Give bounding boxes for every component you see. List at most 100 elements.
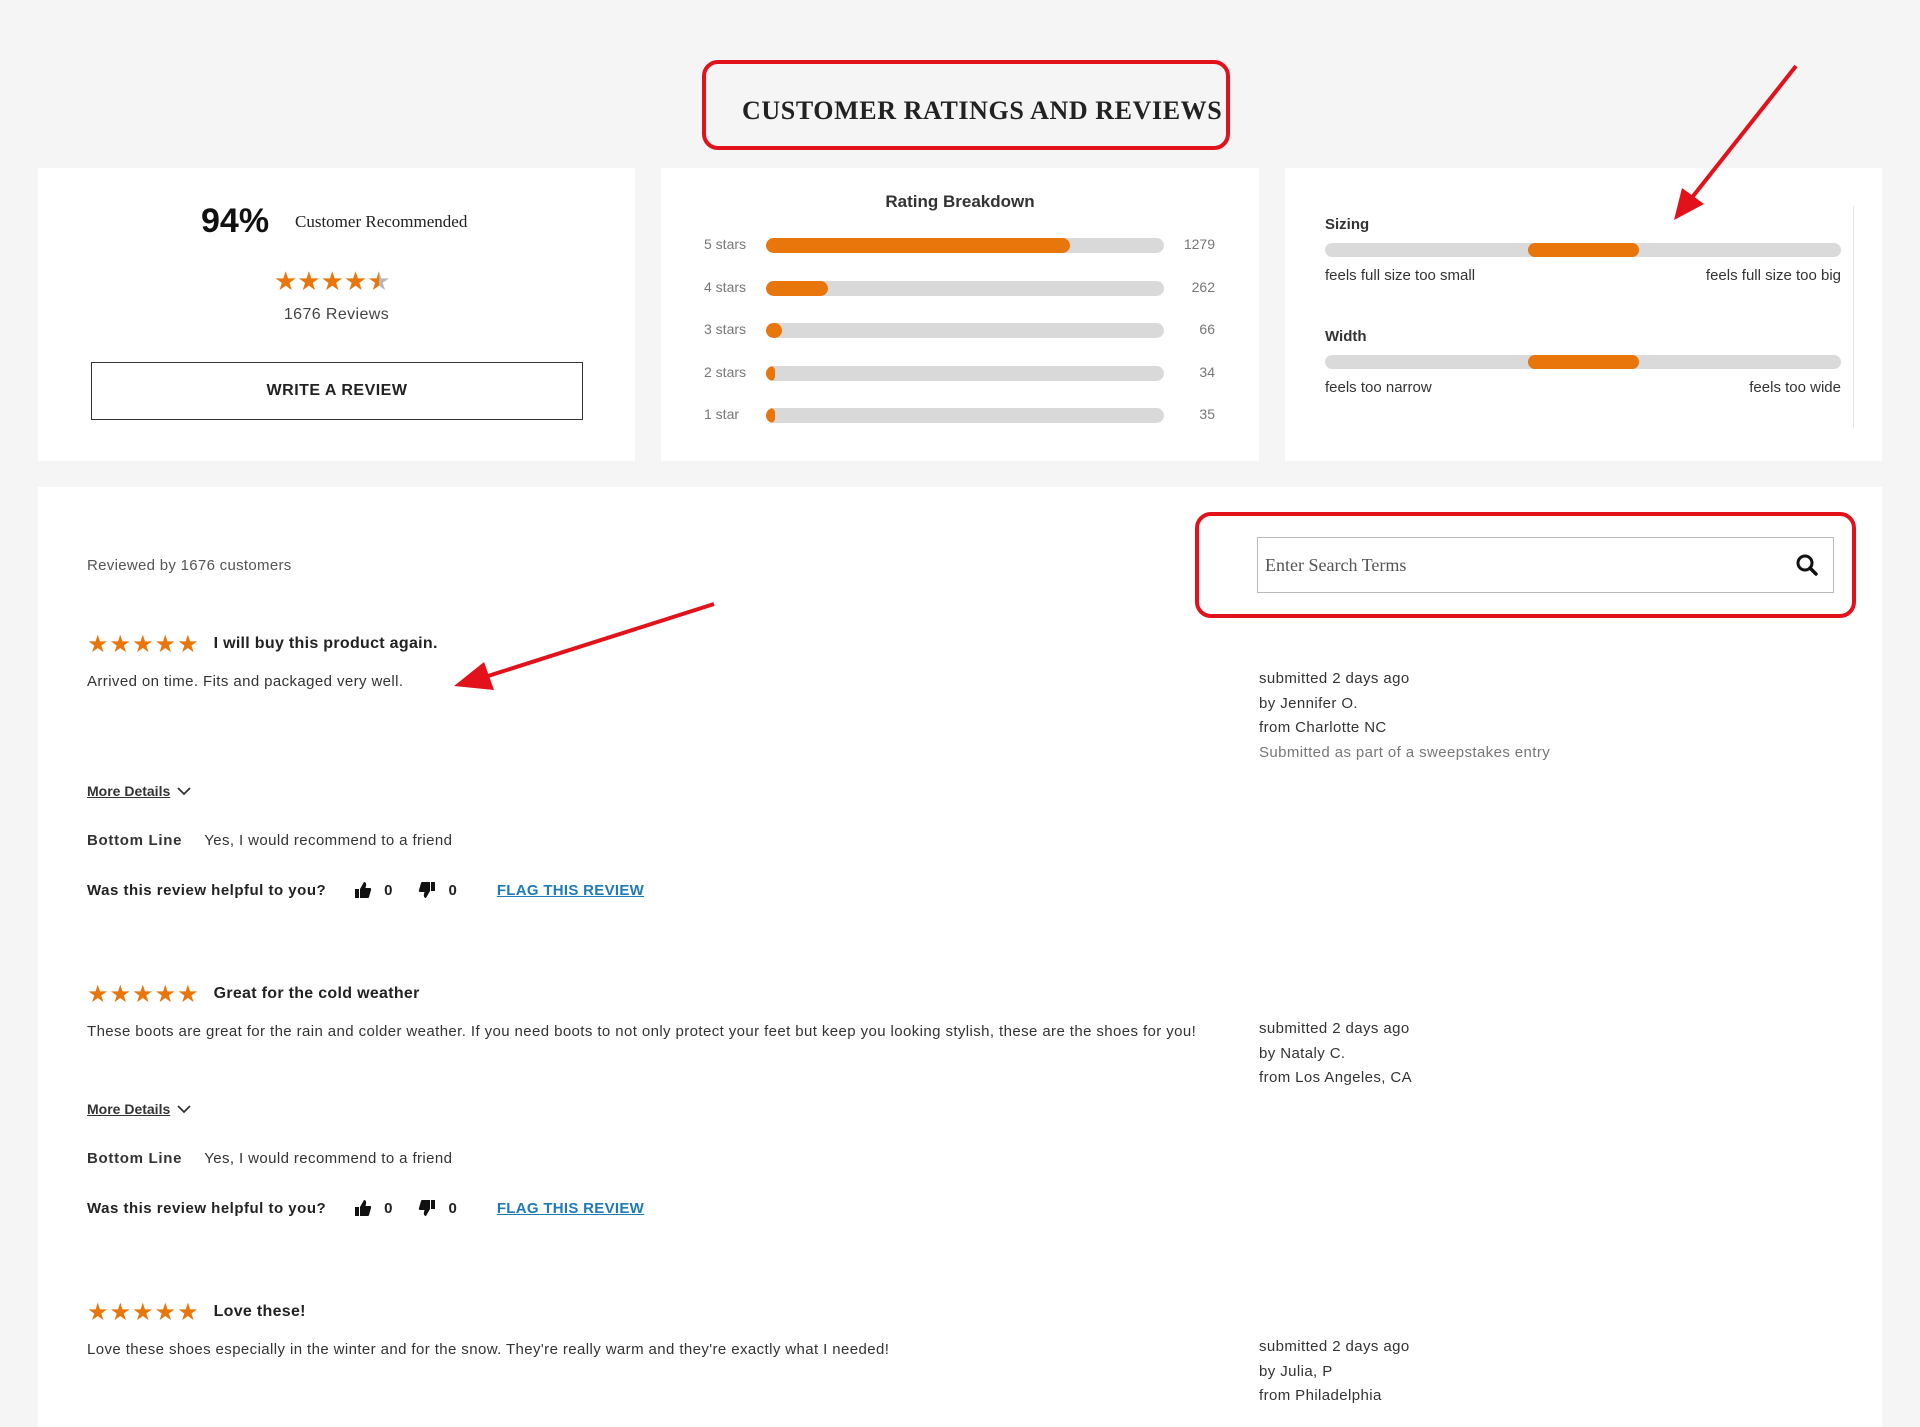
review-title: I will buy this product again. <box>213 635 438 652</box>
full-stars-icon: ★★★★ <box>274 266 368 296</box>
page-title: CUSTOMER RATINGS AND REVIEWS <box>742 96 1223 125</box>
sizing-track <box>1325 243 1841 257</box>
width-block: Width feels too narrow feels too wide <box>1325 328 1841 396</box>
review-submitted: submitted 2 days ago <box>1259 1020 1410 1037</box>
review-author: by Jennifer O. <box>1259 694 1358 712</box>
rating-row-fill <box>766 238 1070 253</box>
rating-row[interactable]: 3 stars 66 <box>661 320 1259 340</box>
rating-row-label: 3 stars <box>704 321 747 338</box>
half-star-icon: ★ <box>367 266 391 296</box>
more-details-link[interactable]: More Details <box>87 1101 192 1117</box>
rating-row-track <box>766 280 1164 296</box>
review-stars-icon: ★★★★★ <box>87 1298 200 1326</box>
rating-row-label: 2 stars <box>704 363 747 380</box>
rating-row-label: 5 stars <box>704 236 747 252</box>
sizing-title: Sizing <box>1325 216 1370 233</box>
helpful-row: Was this review helpful to you? 0 0 FLAG… <box>87 881 644 899</box>
width-track <box>1325 355 1841 369</box>
width-high-label: feels too wide <box>1749 379 1841 396</box>
width-low-label: feels too narrow <box>1325 379 1432 396</box>
review-author: by Julia, P <box>1259 1362 1333 1380</box>
helpful-yes-button[interactable]: 0 <box>354 1199 392 1217</box>
flag-review-link[interactable]: FLAG THIS REVIEW <box>497 1200 644 1217</box>
helpful-no-count: 0 <box>448 1199 457 1217</box>
bottom-line-value: Yes, I would recommend to a friend <box>204 1150 453 1167</box>
rating-row[interactable]: 2 stars 34 <box>661 363 1259 383</box>
chevron-down-icon <box>177 1105 191 1114</box>
bottom-line: Bottom Line Yes, I would recommend to a f… <box>87 1150 452 1167</box>
rating-row-label: 1 star <box>704 406 740 423</box>
bottom-line-label: Bottom Line <box>87 832 183 849</box>
review-body: Love these shoes especially in the winte… <box>87 1341 890 1358</box>
fit-divider <box>1853 206 1854 428</box>
rating-row-track <box>766 238 1164 253</box>
bottom-line: Bottom Line Yes, I would recommend to a f… <box>87 832 452 849</box>
rating-row[interactable]: 5 stars 1279 <box>661 235 1259 255</box>
review-author: by Nataly C. <box>1259 1044 1346 1062</box>
review-submitted: submitted 2 days ago <box>1259 1338 1410 1355</box>
search-box <box>1257 537 1834 593</box>
more-details-label: More Details <box>87 1101 171 1117</box>
recommend-label: Customer Recommended <box>295 212 468 231</box>
thumbs-up-icon <box>355 1200 372 1216</box>
summary-card: 94% Customer Recommended ★★★★★ 1676 Revi… <box>38 168 635 461</box>
review-item: ★★★★★ Great for the cold weather These b… <box>87 979 1847 1217</box>
review-stars-icon: ★★★★★ <box>87 980 200 1008</box>
rating-row-track <box>766 365 1164 381</box>
review-item: ★★★★★ Love these! Love these shoes espec… <box>87 1297 1847 1405</box>
sizing-low-label: feels full size too small <box>1325 267 1476 284</box>
width-title: Width <box>1325 328 1367 345</box>
more-details-link[interactable]: More Details <box>87 783 192 799</box>
rating-row[interactable]: 1 star 35 <box>661 405 1259 425</box>
helpful-no-button[interactable]: 0 <box>418 1199 457 1217</box>
rating-breakdown-card: Rating Breakdown 5 stars 1279 4 stars 262 3 … <box>661 168 1259 461</box>
fit-card: Sizing feels full size too small feels f… <box>1285 168 1882 461</box>
review-title: Great for the cold weather <box>213 985 420 1002</box>
helpful-row: Was this review helpful to you? 0 0 FLAG… <box>87 1199 644 1217</box>
rating-row-count: 262 <box>1191 278 1215 295</box>
rating-breakdown-title: Rating Breakdown <box>885 192 1035 211</box>
helpful-question: Was this review helpful to you? <box>87 881 327 899</box>
rating-row-fill <box>766 280 829 296</box>
rating-row-count: 66 <box>1199 321 1215 338</box>
review-note: Submitted as part of a sweepstakes entry <box>1259 743 1551 761</box>
helpful-no-button[interactable]: 0 <box>418 881 457 899</box>
search-input[interactable] <box>1258 538 1778 592</box>
recommend-percent: 94% <box>201 202 270 240</box>
review-meta: submitted 2 days ago by Nataly C. from L… <box>1259 1017 1412 1091</box>
review-title: Love these! <box>213 1303 306 1320</box>
review-body: These boots are great for the rain and c… <box>87 1023 1197 1040</box>
flag-review-link[interactable]: FLAG THIS REVIEW <box>497 882 644 899</box>
review-meta: submitted 2 days ago by Jennifer O. from… <box>1259 667 1550 765</box>
review-item: ★★★★★ I will buy this product again. Arr… <box>87 629 1847 899</box>
thumbs-down-icon <box>419 882 436 898</box>
review-submitted: submitted 2 days ago <box>1259 670 1410 687</box>
helpful-no-count: 0 <box>448 881 457 899</box>
search-icon[interactable] <box>1795 553 1819 577</box>
review-body: Arrived on time. Fits and packaged very … <box>87 673 404 690</box>
average-rating-stars: ★★★★★ <box>274 266 391 297</box>
width-marker <box>1528 355 1639 369</box>
sizing-high-label: feels full size too big <box>1705 267 1841 284</box>
write-review-button[interactable]: WRITE A REVIEW <box>91 362 583 420</box>
helpful-question: Was this review helpful to you? <box>87 1199 327 1217</box>
rating-row[interactable]: 4 stars 262 <box>661 278 1259 298</box>
rating-row-label: 4 stars <box>704 278 747 295</box>
more-details-label: More Details <box>87 783 171 799</box>
review-location: from Philadelphia <box>1259 1387 1382 1404</box>
rating-row-count: 35 <box>1199 406 1215 423</box>
helpful-yes-button[interactable]: 0 <box>354 881 392 899</box>
sizing-block: Sizing feels full size too small feels f… <box>1325 216 1841 284</box>
reviewed-by-count: Reviewed by 1676 customers <box>87 557 292 574</box>
review-location: from Charlotte NC <box>1259 719 1387 736</box>
thumbs-up-icon <box>355 882 372 898</box>
sizing-marker <box>1528 243 1639 257</box>
review-count[interactable]: 1676 Reviews <box>38 306 635 324</box>
rating-row-track <box>766 408 1164 424</box>
rating-row-count: 34 <box>1199 363 1215 380</box>
rating-row-fill <box>766 323 782 339</box>
review-stars-icon: ★★★★★ <box>87 630 200 658</box>
review-meta: submitted 2 days ago by Julia, P from Ph… <box>1259 1335 1410 1409</box>
bottom-line-label: Bottom Line <box>87 1150 183 1167</box>
thumbs-down-icon <box>419 1200 436 1216</box>
